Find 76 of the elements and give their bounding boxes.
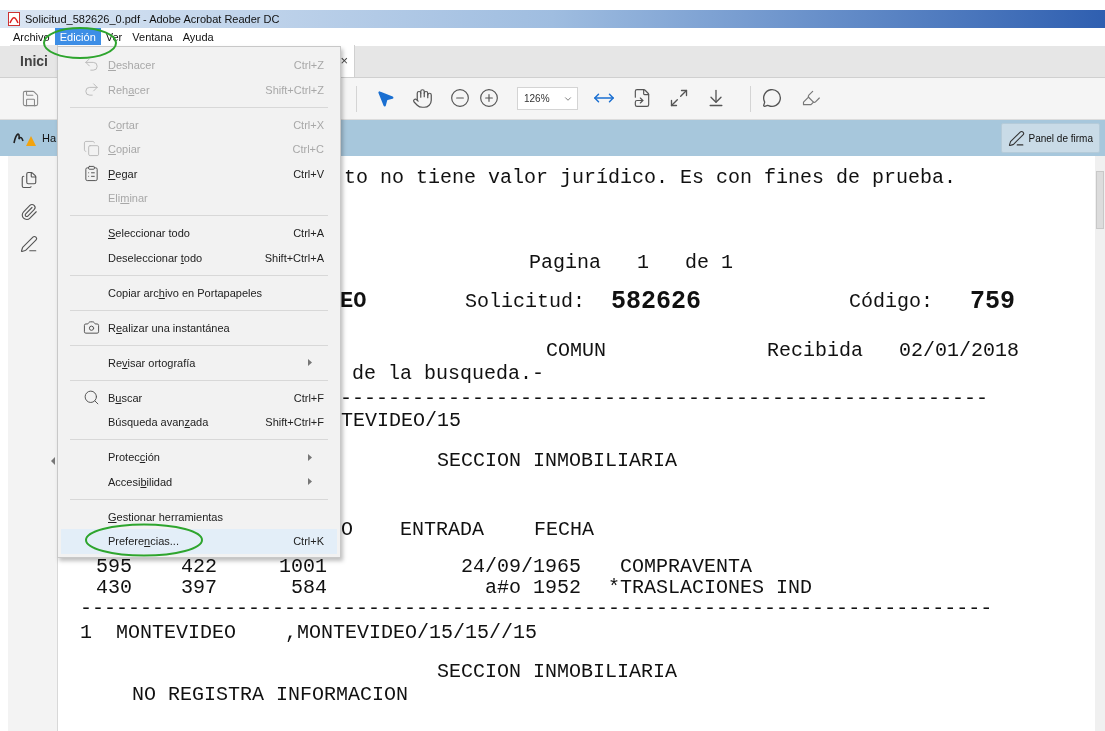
shortcut-text: Shift+Ctrl+F: [265, 415, 324, 430]
menu-bar-item[interactable]: Ayuda: [177, 28, 219, 46]
document-text: COMPRAVENTA: [620, 554, 753, 578]
comment-icon[interactable]: [762, 88, 782, 108]
document-text: O: [341, 517, 353, 543]
save-icon[interactable]: [21, 89, 40, 108]
menu-item[interactable]: Pegar Ctrl+V: [61, 161, 337, 186]
scrollbar[interactable]: [1095, 156, 1105, 731]
document-text: EO: [340, 289, 367, 315]
copy-icon: [83, 140, 100, 157]
document-text: de la busqueda.-: [352, 361, 545, 387]
document-text: ------------------------------------------------------: [340, 386, 989, 411]
menu-item[interactable]: Buscar Ctrl+F: [61, 385, 337, 410]
shortcut-text: Ctrl+A: [293, 226, 324, 241]
highlighter-icon[interactable]: [801, 88, 821, 108]
collapse-arrow-icon[interactable]: [51, 457, 55, 465]
zoom-dropdown[interactable]: 126%: [517, 87, 578, 110]
document-text: 759: [970, 289, 1015, 315]
pen-icon: [1007, 129, 1025, 147]
menu-item[interactable]: Copiar archivo en Portapapeles: [61, 280, 337, 305]
zoom-in-icon[interactable]: [479, 88, 499, 108]
notice-text: Ha: [42, 130, 57, 146]
shortcut-text: Ctrl+X: [293, 117, 324, 133]
menu-item[interactable]: Revisar ortografía: [61, 350, 337, 375]
page-icon[interactable]: [632, 88, 652, 108]
document-text: ,MONTEVIDEO/15/15//15: [285, 620, 538, 646]
pointer-icon[interactable]: [376, 89, 395, 108]
menu-item[interactable]: Seleccionar todo Ctrl+A: [61, 221, 337, 246]
document-text: Solicitud:: [465, 289, 586, 315]
document-text: Recibida 02/01/2018: [767, 338, 1020, 364]
menu-item[interactable]: Búsqueda avanzada Shift+Ctrl+F: [61, 410, 337, 435]
menu-item[interactable]: Gestionar herramientas: [61, 504, 337, 529]
document-text: ENTRADA: [400, 517, 484, 543]
shortcut-text: Ctrl+V: [293, 166, 324, 182]
shortcut-text: Ctrl+Z: [293, 58, 324, 73]
zoom-out-icon[interactable]: [450, 88, 470, 108]
shortcut-text: Ctrl+K: [293, 534, 324, 549]
window-title: Solicitud_582626_0.pdf - Adobe Acrobat Reader DC: [25, 11, 280, 27]
submenu-arrow-icon: [308, 478, 312, 486]
redo-icon: [83, 80, 100, 98]
expand-icon[interactable]: [669, 88, 689, 108]
document-text: Pagina 1 de 1: [529, 250, 734, 276]
undo-icon: [83, 56, 100, 73]
document-text: COMUN: [546, 338, 606, 364]
pdf-icon: [8, 12, 20, 26]
menu-item[interactable]: Accesibilidad: [61, 469, 337, 494]
document-text: 582626: [611, 289, 701, 315]
shortcut-text: Shift+Ctrl+A: [264, 250, 324, 266]
document-text: FECHA: [534, 517, 594, 543]
camera-icon: [83, 318, 100, 336]
menu-item[interactable]: Protección: [61, 445, 337, 470]
signature-icon[interactable]: [20, 235, 38, 253]
document-text: TEVIDEO/15: [341, 408, 462, 434]
menu-item[interactable]: Deseleccionar todo Shift+Ctrl+A: [61, 245, 337, 270]
shortcut-text: Shift+Ctrl+Z: [265, 82, 324, 98]
search-icon: [83, 388, 100, 406]
menu-bar-item[interactable]: Ventana: [127, 28, 178, 46]
submenu-arrow-icon: [308, 453, 312, 461]
document-text: SECCION INMOBILIARIA: [437, 659, 678, 685]
shortcut-text: Ctrl+F: [293, 390, 324, 406]
signature-panel-button[interactable]: Panel de firma: [1000, 123, 1100, 153]
document-text: Código:: [849, 289, 933, 315]
submenu-arrow-icon: [308, 359, 312, 367]
shortcut-text: Ctrl+C: [292, 142, 324, 157]
document-text: 1 MONTEVIDEO: [80, 620, 237, 646]
hand-icon[interactable]: [412, 88, 433, 109]
document-text: NO REGISTRA INFORMACION: [132, 682, 409, 708]
pages-icon[interactable]: [20, 171, 38, 189]
close-icon[interactable]: ×: [340, 51, 348, 71]
document-text: SECCION INMOBILIARIA: [437, 448, 678, 474]
menu-item[interactable]: Preferencias... Ctrl+K: [61, 529, 337, 554]
document-text: to no tiene valor jurídico. Es con fines de prueba.: [344, 165, 957, 191]
menu-bar-item[interactable]: Archivo: [8, 28, 55, 46]
paperclip-icon[interactable]: [20, 203, 38, 221]
menu-item[interactable]: Realizar una instantánea: [61, 315, 337, 340]
clipboard-icon: [83, 164, 100, 182]
